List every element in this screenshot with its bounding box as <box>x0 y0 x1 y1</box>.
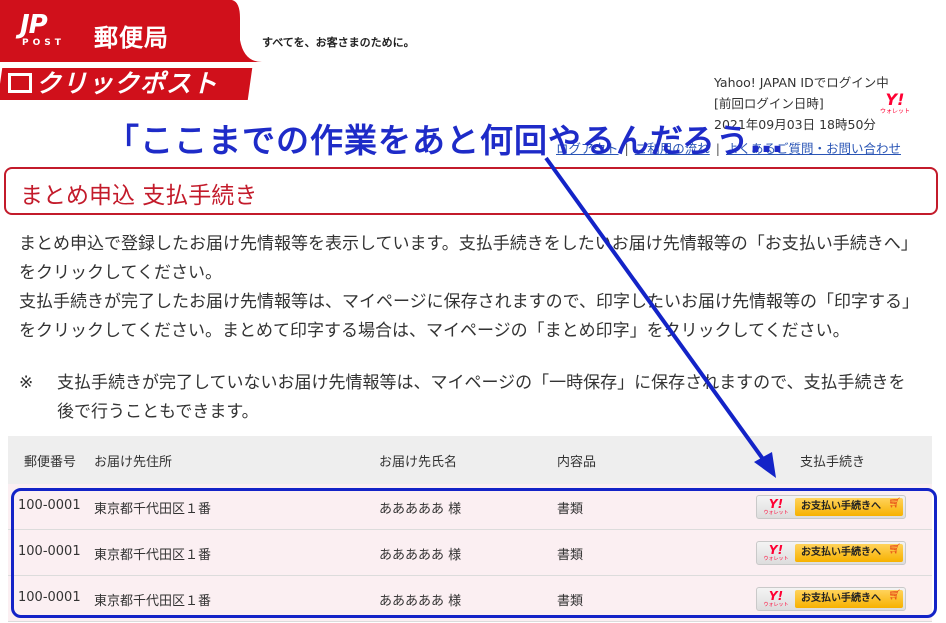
note: ※ 支払手続きが完了していないお届け先情報等は、マイページの「一時保存」に保存さ… <box>19 369 919 427</box>
annotation-highlight-box <box>11 488 937 618</box>
login-status: Yahoo! JAPAN IDでログイン中 <box>714 75 889 90</box>
page-title: まとめ申込 支払手続き <box>20 183 258 209</box>
postbox-icon <box>8 73 32 93</box>
jp-post-logo[interactable]: JP POST <box>20 12 65 48</box>
header-payment: 支払手続き <box>800 455 866 470</box>
note-text: 支払手続きが完了していないお届け先情報等は、マイページの「一時保存」に保存されま… <box>57 373 906 422</box>
table-header: 郵便番号 お届け先住所 お届け先氏名 内容品 支払手続き <box>8 436 932 484</box>
annotation-text: 「ここまでの作業をあと何回やるんだろう… <box>106 121 785 160</box>
wallet-label: ウォレット <box>880 108 911 115</box>
header-address: お届け先住所 <box>94 455 173 470</box>
clickpost-logo[interactable]: クリックポスト <box>8 68 218 100</box>
org-name: 郵便局 <box>94 24 169 52</box>
jp-logo-sub: POST <box>22 38 65 48</box>
header-postal: 郵便番号 <box>24 455 77 470</box>
tagline: すべてを、お客さまのために。 <box>262 36 415 49</box>
yahoo-wallet-logo: Y! ウォレット <box>880 90 911 116</box>
description-p2: 支払手続きが完了したお届け先情報等は、マイページに保存されますので、印字したいお… <box>19 292 919 341</box>
note-mark: ※ <box>19 373 34 393</box>
header-name: お届け先氏名 <box>379 455 458 470</box>
header-contents: 内容品 <box>557 455 597 470</box>
description: まとめ申込で登録したお届け先情報等を表示しています。支払手続きをしたいお届け先情… <box>19 230 919 346</box>
clickpost-logo-text: クリックポスト <box>36 69 219 98</box>
description-p1: まとめ申込で登録したお届け先情報等を表示しています。支払手続きをしたいお届け先情… <box>19 234 918 283</box>
jp-logo-mark: JP <box>20 10 48 40</box>
page-title-box: まとめ申込 支払手続き <box>4 167 938 215</box>
yahoo-y-icon: Y! <box>885 90 905 109</box>
